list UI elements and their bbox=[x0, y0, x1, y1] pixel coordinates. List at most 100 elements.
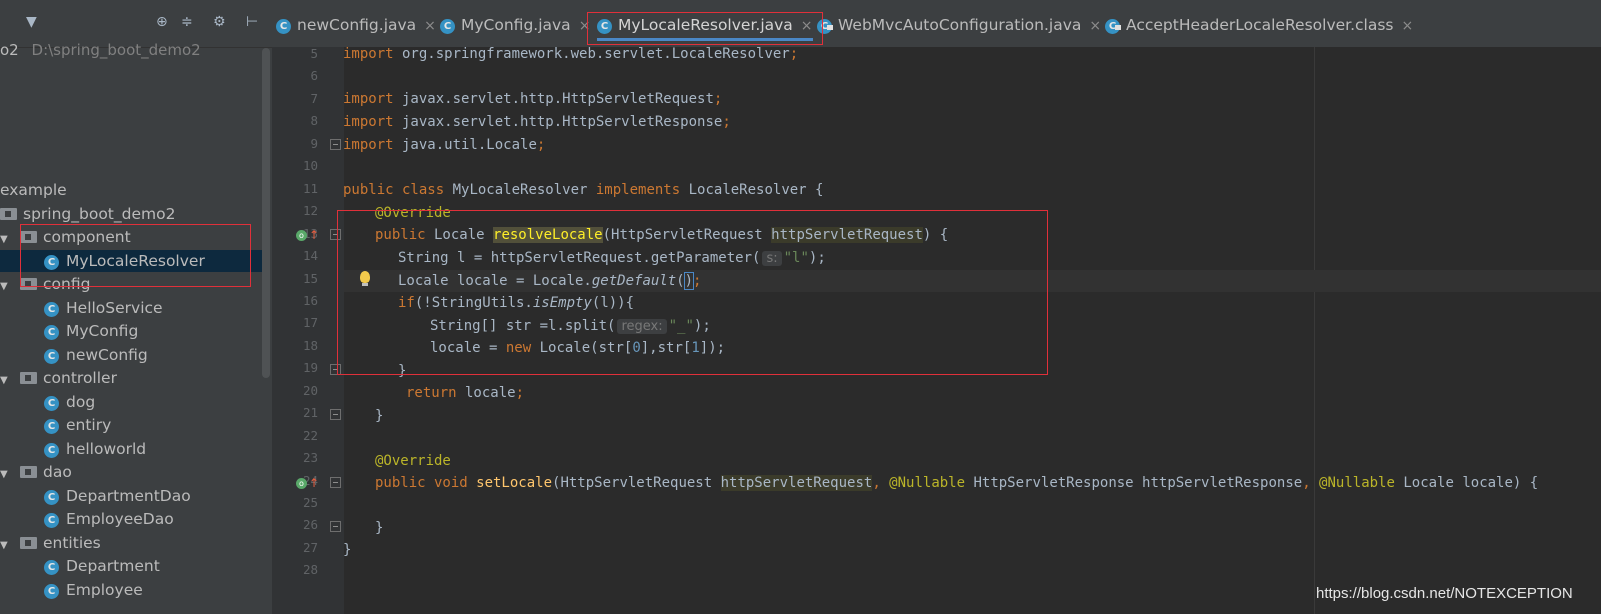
tree-item-label: EmployeeDao bbox=[66, 510, 174, 528]
fold-marker-icon[interactable] bbox=[330, 364, 341, 375]
line-number: 26 bbox=[302, 517, 318, 533]
tree-package[interactable]: example bbox=[0, 179, 262, 201]
code-line-14: String l = httpServletRequest.getParamet… bbox=[398, 250, 826, 266]
tree-row-content: ▼ dao bbox=[0, 463, 72, 481]
line-number: 19 bbox=[302, 360, 318, 376]
fold-marker-icon[interactable] bbox=[330, 409, 341, 420]
close-icon[interactable]: × bbox=[579, 18, 591, 34]
code-line-17: String[] str =l.split(regex: "_"); bbox=[430, 318, 711, 334]
tree-row-content: ▼ config bbox=[0, 275, 90, 293]
project-root-path: D:\spring_boot_demo2 bbox=[31, 41, 201, 59]
locate-icon[interactable]: ⊕ bbox=[156, 14, 168, 30]
project-root[interactable]: o2 D:\spring_boot_demo2 bbox=[0, 41, 201, 61]
chevron-down-icon[interactable]: ▼ bbox=[26, 14, 37, 30]
project-panel: ▼ ⊕ ≑ ⚙ ⊢ o2 D:\spring_boot_demo2 exampl… bbox=[0, 0, 272, 614]
tree-folder[interactable]: ▼ component bbox=[0, 226, 262, 248]
expand-arrow-icon[interactable]: ▼ bbox=[0, 464, 12, 486]
lock-icon bbox=[827, 25, 833, 30]
tree-item-label: entities bbox=[43, 533, 101, 552]
code-line-18: locale = new Locale(str[0],str[1]); bbox=[430, 340, 726, 356]
tree-folder[interactable]: ▼ dao bbox=[0, 461, 262, 483]
tree-class-item[interactable]: Centiry bbox=[0, 414, 262, 436]
fold-marker-icon[interactable] bbox=[330, 477, 341, 488]
expand-arrow-icon[interactable]: ▼ bbox=[0, 535, 12, 557]
tree-class-item[interactable]: C Department bbox=[0, 555, 262, 577]
implements-arrow-icon[interactable]: ↑ bbox=[309, 477, 319, 489]
ide-window: ▼ ⊕ ≑ ⚙ ⊢ o2 D:\spring_boot_demo2 exampl… bbox=[0, 0, 1601, 614]
close-icon[interactable]: × bbox=[1089, 18, 1101, 34]
expand-arrow-icon[interactable]: ▼ bbox=[0, 229, 12, 251]
implements-arrow-icon[interactable]: ↑ bbox=[309, 229, 319, 241]
tree-class-item[interactable]: C DepartmentDao bbox=[0, 485, 262, 507]
line-number: 15 bbox=[302, 270, 318, 286]
class-icon: C bbox=[44, 583, 59, 599]
tree-item-label: spring_boot_demo2 bbox=[23, 204, 176, 223]
close-icon[interactable]: × bbox=[1402, 18, 1414, 34]
line-number: 6 bbox=[310, 68, 318, 84]
tree-class-item[interactable]: Cdog bbox=[0, 391, 262, 413]
lock-icon bbox=[1115, 25, 1121, 30]
editor-tab[interactable]: C AcceptHeaderLocaleResolver.class × bbox=[1105, 12, 1413, 38]
lightbulb-icon[interactable] bbox=[360, 271, 370, 286]
tree-row-content: Centiry bbox=[0, 416, 111, 434]
tree-class-item[interactable]: C HelloService bbox=[0, 297, 262, 319]
tree-folder[interactable]: ▼ controller bbox=[0, 367, 262, 389]
class-icon: C bbox=[44, 325, 59, 340]
project-scrollbar[interactable] bbox=[262, 48, 270, 378]
gear-icon[interactable]: ⚙ bbox=[213, 14, 226, 30]
tree-item-label: dao bbox=[43, 463, 72, 481]
folder-icon bbox=[20, 278, 37, 290]
tree-row-content: Chelloworld bbox=[0, 440, 146, 458]
tree-class-item[interactable]: C MyLocaleResolver bbox=[0, 249, 262, 272]
fold-marker-icon[interactable] bbox=[330, 139, 341, 150]
tree-class-item[interactable]: C Employee bbox=[0, 579, 262, 601]
tree-folder[interactable]: spring_boot_demo2 bbox=[0, 203, 262, 225]
tab-label: AcceptHeaderLocaleResolver.class bbox=[1126, 16, 1394, 34]
tree-row-content: CnewConfig bbox=[0, 346, 148, 364]
tree-class-item[interactable]: C EmployeeDao bbox=[0, 508, 262, 530]
folder-icon bbox=[0, 207, 17, 220]
line-number: 23 bbox=[302, 450, 318, 466]
class-icon: C bbox=[44, 442, 59, 458]
code-line-23: @Override bbox=[375, 453, 451, 469]
tree-folder[interactable]: ▼ entities bbox=[0, 532, 262, 554]
tree-folder[interactable]: ▼ config bbox=[0, 273, 262, 295]
tree-row-content: ▼ component bbox=[0, 228, 131, 246]
close-icon[interactable]: × bbox=[424, 18, 436, 34]
line-number: 17 bbox=[302, 315, 318, 331]
param-hint-regex: regex: bbox=[617, 319, 667, 334]
override-marker-icon[interactable]: o bbox=[296, 230, 307, 241]
expand-arrow-icon[interactable]: ▼ bbox=[0, 276, 12, 298]
code-line-19: } bbox=[398, 363, 407, 379]
override-marker-icon[interactable]: o bbox=[296, 478, 307, 489]
tree-class-item[interactable]: C MyConfig bbox=[0, 320, 262, 342]
expand-arrow-icon[interactable]: ▼ bbox=[0, 370, 12, 392]
line-number: 10 bbox=[302, 158, 318, 174]
close-icon[interactable]: × bbox=[801, 18, 813, 34]
tree-class-item[interactable]: Chelloworld bbox=[0, 438, 262, 460]
tree-item-label: example bbox=[0, 181, 67, 199]
tree-row-content: C MyLocaleResolver bbox=[0, 252, 205, 270]
param-hint-s: s: bbox=[762, 251, 782, 266]
fold-marker-icon[interactable] bbox=[330, 229, 341, 240]
code-line-20: return locale; bbox=[406, 385, 525, 401]
folder-icon bbox=[20, 466, 37, 478]
tree-row-content: example bbox=[0, 181, 67, 199]
class-icon: C bbox=[276, 19, 291, 34]
tree-row-content: Cdog bbox=[0, 393, 95, 411]
tree-class-item[interactable]: CnewConfig bbox=[0, 344, 262, 366]
tree-row-content: C HelloService bbox=[0, 299, 163, 317]
collapse-all-icon[interactable]: ≑ bbox=[181, 14, 193, 30]
tab-label: MyLocaleResolver.java bbox=[618, 16, 793, 34]
editor-tab[interactable]: CnewConfig.java × bbox=[276, 12, 436, 38]
class-icon: C bbox=[44, 513, 59, 528]
line-number: 12 bbox=[302, 203, 318, 219]
watermark: https://blog.csdn.net/NOTEXCEPTION bbox=[1316, 585, 1573, 602]
editor-tab[interactable]: C WebMvcAutoConfiguration.java × bbox=[817, 12, 1101, 38]
editor-tab[interactable]: C MyLocaleResolver.java × bbox=[597, 12, 813, 41]
editor-tab[interactable]: C MyConfig.java × bbox=[440, 12, 590, 38]
tab-label: newConfig.java bbox=[297, 16, 417, 34]
hide-panel-icon[interactable]: ⊢ bbox=[246, 14, 258, 30]
tree-item-label: DepartmentDao bbox=[66, 486, 191, 505]
fold-marker-icon[interactable] bbox=[330, 521, 341, 532]
